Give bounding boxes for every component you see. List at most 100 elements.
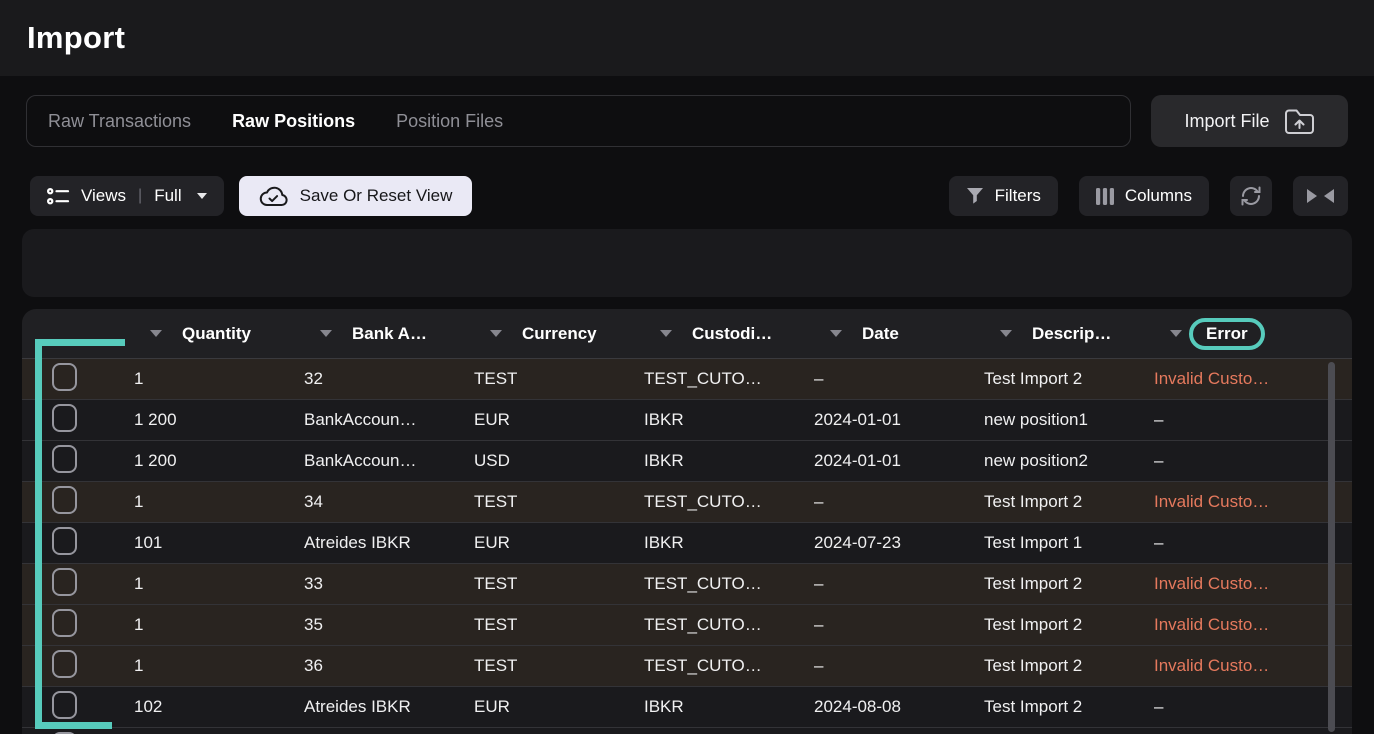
table-header-row: Quantity Bank A… CurrencyCustodi… Date Descr… (22, 309, 1352, 359)
column-header-description[interactable]: Descrip… (984, 324, 1154, 344)
cell-quantity: 1 (134, 369, 304, 389)
views-button[interactable]: Views | Full (30, 176, 224, 216)
column-header-quantity[interactable]: Quantity (134, 324, 304, 344)
table-row: 1 200BankAccoun…EURIBKR2024-01-01new pos… (22, 400, 1352, 441)
cell-error: Invalid Custo… (1154, 615, 1352, 635)
filter-panel (22, 229, 1352, 297)
filters-button[interactable]: Filters (949, 176, 1058, 216)
cell-custodian: TEST_CUTO… (644, 656, 814, 676)
column-header-label: Bank A… (352, 324, 427, 344)
views-label: Views (81, 186, 126, 206)
row-checkbox[interactable] (52, 568, 77, 596)
cell-currency: TEST (474, 492, 644, 512)
cell-bank_account: BankAccoun… (304, 410, 474, 430)
cell-currency: TEST (474, 615, 644, 635)
table-row: 134TESTTEST_CUTO…–Test Import 2Invalid C… (22, 482, 1352, 523)
cell-bank_account: Atreides IBKR (304, 697, 474, 717)
cell-custodian: TEST_CUTO… (644, 574, 814, 594)
cell-quantity: 1 (134, 492, 304, 512)
cell-error: – (1154, 697, 1352, 717)
page-title: Import (27, 20, 125, 56)
columns-label: Columns (1125, 186, 1192, 206)
column-menu-icon[interactable] (1170, 330, 1182, 337)
cloud-check-icon (259, 186, 288, 207)
collapse-panels-button[interactable] (1293, 176, 1348, 216)
cell-description: new position1 (984, 410, 1154, 430)
table-row: 1 200BankAccoun…USDIBKR2024-01-01new pos… (22, 441, 1352, 482)
cell-date: – (814, 574, 984, 594)
tab-bar: Raw Transactions Raw Positions Position … (26, 95, 1131, 147)
row-checkbox[interactable] (52, 445, 77, 473)
views-divider: | (137, 187, 143, 205)
cell-quantity: 1 200 (134, 451, 304, 471)
cell-bank_account: 36 (304, 656, 474, 676)
tab-raw-transactions[interactable]: Raw Transactions (48, 111, 191, 132)
column-header-bank_account[interactable]: Bank A… (304, 324, 474, 344)
cell-date: 2024-07-23 (814, 533, 984, 553)
row-checkbox[interactable] (52, 609, 77, 637)
vertical-scrollbar[interactable] (1328, 362, 1335, 732)
folder-upload-icon (1284, 108, 1315, 135)
columns-icon (1096, 188, 1114, 205)
column-header-currency[interactable]: Currency (474, 324, 644, 344)
cell-quantity: 102 (134, 697, 304, 717)
cell-currency: EUR (474, 410, 644, 430)
import-file-button[interactable]: Import File (1151, 95, 1348, 147)
cell-currency: TEST (474, 574, 644, 594)
cell-date: 2024-01-01 (814, 451, 984, 471)
column-menu-icon[interactable] (660, 330, 672, 337)
save-or-reset-view-button[interactable]: Save Or Reset View (239, 176, 473, 216)
cell-error: – (1154, 410, 1352, 430)
tab-position-files[interactable]: Position Files (396, 111, 503, 132)
cell-bank_account: 35 (304, 615, 474, 635)
views-list-icon (47, 187, 70, 206)
refresh-button[interactable] (1230, 176, 1272, 216)
columns-button[interactable]: Columns (1079, 176, 1209, 216)
column-menu-icon[interactable] (150, 330, 162, 337)
cell-bank_account: 34 (304, 492, 474, 512)
cell-error: Invalid Custo… (1154, 492, 1352, 512)
cell-description: Test Import 2 (984, 369, 1154, 389)
column-header-error[interactable]: Error (1154, 318, 1352, 350)
cell-quantity: 1 (134, 615, 304, 635)
column-header-label: Quantity (182, 324, 251, 344)
cell-date: – (814, 492, 984, 512)
column-menu-icon[interactable] (830, 330, 842, 337)
cell-date: – (814, 615, 984, 635)
column-header-label: Descrip… (1032, 324, 1111, 344)
cell-quantity: 1 (134, 574, 304, 594)
cell-quantity: 101 (134, 533, 304, 553)
column-menu-icon[interactable] (490, 330, 502, 337)
cell-custodian: IBKR (644, 410, 814, 430)
tab-raw-positions[interactable]: Raw Positions (232, 111, 355, 132)
cell-date: 2024-01-01 (814, 410, 984, 430)
row-checkbox[interactable] (52, 691, 77, 719)
column-header-date[interactable]: Date (814, 324, 984, 344)
collapse-right-icon (1307, 189, 1317, 203)
cell-currency: TEST (474, 369, 644, 389)
column-header-custodian[interactable]: Custodi… (644, 324, 814, 344)
table-body: 132TESTTEST_CUTO…–Test Import 2Invalid C… (22, 359, 1352, 734)
cell-currency: USD (474, 451, 644, 471)
row-checkbox[interactable] (52, 486, 77, 514)
cell-custodian: IBKR (644, 451, 814, 471)
column-menu-icon[interactable] (320, 330, 332, 337)
cell-description: Test Import 2 (984, 615, 1154, 635)
row-checkbox[interactable] (52, 363, 77, 391)
cell-description: new position2 (984, 451, 1154, 471)
cell-currency: TEST (474, 656, 644, 676)
row-checkbox[interactable] (52, 650, 77, 678)
cell-date: – (814, 369, 984, 389)
row-checkbox[interactable] (52, 404, 77, 432)
table-row: 133TESTTEST_CUTO…–Test Import 2Invalid C… (22, 564, 1352, 605)
column-menu-icon[interactable] (1000, 330, 1012, 337)
cell-description: Test Import 1 (984, 533, 1154, 553)
row-checkbox[interactable] (52, 527, 77, 555)
cell-bank_account: 33 (304, 574, 474, 594)
cell-custodian: TEST_CUTO… (644, 615, 814, 635)
cell-bank_account: 32 (304, 369, 474, 389)
cell-quantity: 1 200 (134, 410, 304, 430)
cell-description: Test Import 2 (984, 574, 1154, 594)
save-or-reset-view-label: Save Or Reset View (300, 186, 453, 206)
column-header-label: Date (862, 324, 899, 344)
